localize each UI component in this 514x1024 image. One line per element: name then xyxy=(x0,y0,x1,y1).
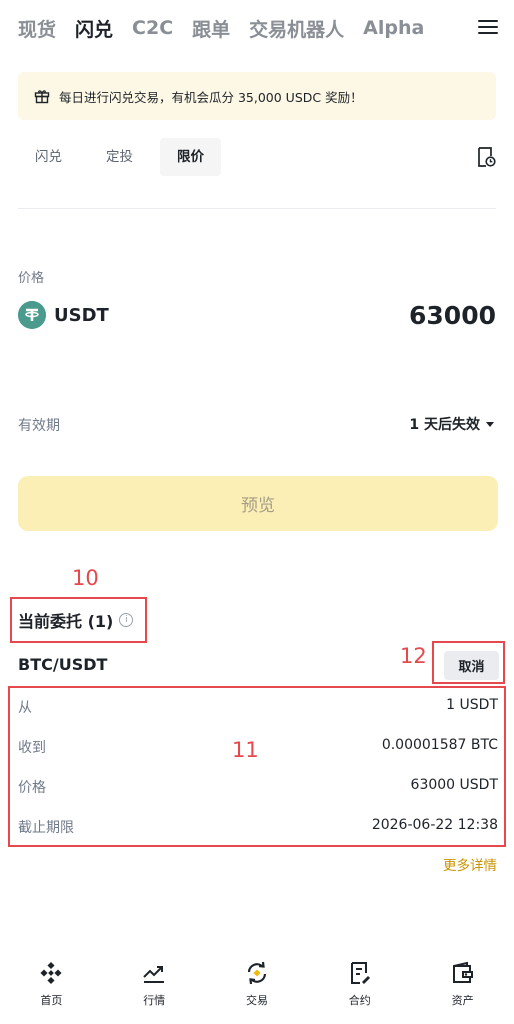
section-divider xyxy=(18,208,496,209)
gift-icon xyxy=(34,90,50,104)
usdt-coin-icon xyxy=(18,301,46,329)
nav-label: 资产 xyxy=(451,994,474,1007)
detail-key: 截止期限 xyxy=(18,820,74,836)
banner-text: 每日进行闪兑交易，有机会瓜分 35,000 USDC 奖励！ xyxy=(59,89,363,105)
tab-copy-trading[interactable]: 跟单 xyxy=(192,15,230,42)
price-currency[interactable]: USDT xyxy=(54,305,109,326)
nav-label: 合约 xyxy=(348,994,371,1007)
nav-futures[interactable]: 合约 xyxy=(308,956,411,1024)
detail-key: 价格 xyxy=(18,780,46,796)
price-label: 价格 xyxy=(18,271,45,286)
cancel-order-button[interactable]: 取消 xyxy=(444,651,499,680)
order-history-icon[interactable] xyxy=(476,146,496,168)
bottom-nav: 首页 行情 交易 合约 资产 xyxy=(0,956,514,1024)
open-orders-title: 当前委托 (1) i xyxy=(18,608,134,632)
more-details-link[interactable]: 更多详情 xyxy=(443,854,497,874)
detail-value: 63000 USDT xyxy=(410,777,498,793)
nav-markets[interactable]: 行情 xyxy=(103,956,206,1024)
detail-key: 收到 xyxy=(18,740,46,756)
validity-label: 有效期 xyxy=(18,418,60,434)
price-input[interactable]: 63000 xyxy=(409,301,496,330)
tab-c2c[interactable]: C2C xyxy=(132,17,173,39)
validity-dropdown[interactable]: 1 天后失效 xyxy=(409,414,494,434)
open-orders-heading: 当前委托 (1) xyxy=(18,612,114,631)
binance-logo-icon xyxy=(40,961,62,985)
caret-down-icon xyxy=(486,421,494,427)
validity-value: 1 天后失效 xyxy=(409,417,480,433)
detail-row-receive: 收到 0.00001587 BTC xyxy=(18,737,498,757)
detail-value: 0.00001587 BTC xyxy=(381,737,498,753)
hamburger-menu-icon[interactable] xyxy=(478,16,498,38)
top-nav: 现货 闪兑 C2C 跟单 交易机器人 Alpha xyxy=(18,10,498,46)
trade-swap-icon xyxy=(247,961,267,985)
futures-doc-icon xyxy=(350,962,370,984)
detail-row-from: 从 1 USDT xyxy=(18,697,498,717)
market-chart-icon xyxy=(143,966,165,983)
tab-convert[interactable]: 闪兑 xyxy=(75,15,113,42)
detail-row-deadline: 截止期限 2026-06-22 12:38 xyxy=(18,817,498,837)
convert-mode-tabs: 闪兑 定投 限价 xyxy=(18,138,231,176)
annotation-label-10: 10 xyxy=(72,566,99,590)
promo-banner[interactable]: 每日进行闪兑交易，有机会瓜分 35,000 USDC 奖励！ xyxy=(18,72,496,120)
tab-alpha[interactable]: Alpha xyxy=(363,17,424,39)
nav-home[interactable]: 首页 xyxy=(0,956,103,1024)
detail-value: 2026-06-22 12:38 xyxy=(371,817,498,833)
nav-label: 首页 xyxy=(40,994,63,1007)
tab-trading-bots[interactable]: 交易机器人 xyxy=(249,15,344,42)
detail-row-price: 价格 63000 USDT xyxy=(18,777,498,797)
price-row: USDT 63000 xyxy=(18,298,496,332)
wallet-icon xyxy=(452,961,473,983)
detail-value: 1 USDT xyxy=(446,697,498,713)
subtab-recurring[interactable]: 定投 xyxy=(89,138,150,176)
nav-assets[interactable]: 资产 xyxy=(411,956,514,1024)
nav-label: 交易 xyxy=(245,994,268,1007)
nav-label: 行情 xyxy=(143,994,166,1007)
nav-trade[interactable]: 交易 xyxy=(206,956,309,1024)
tab-spot[interactable]: 现货 xyxy=(18,15,56,42)
subtab-convert[interactable]: 闪兑 xyxy=(18,138,79,176)
subtab-limit[interactable]: 限价 xyxy=(160,138,221,176)
info-icon[interactable]: i xyxy=(119,613,134,627)
preview-button[interactable]: 预览 xyxy=(18,476,498,531)
order-pair: BTC/USDT xyxy=(18,655,108,674)
annotation-label-12: 12 xyxy=(400,644,427,668)
detail-key: 从 xyxy=(18,700,32,716)
